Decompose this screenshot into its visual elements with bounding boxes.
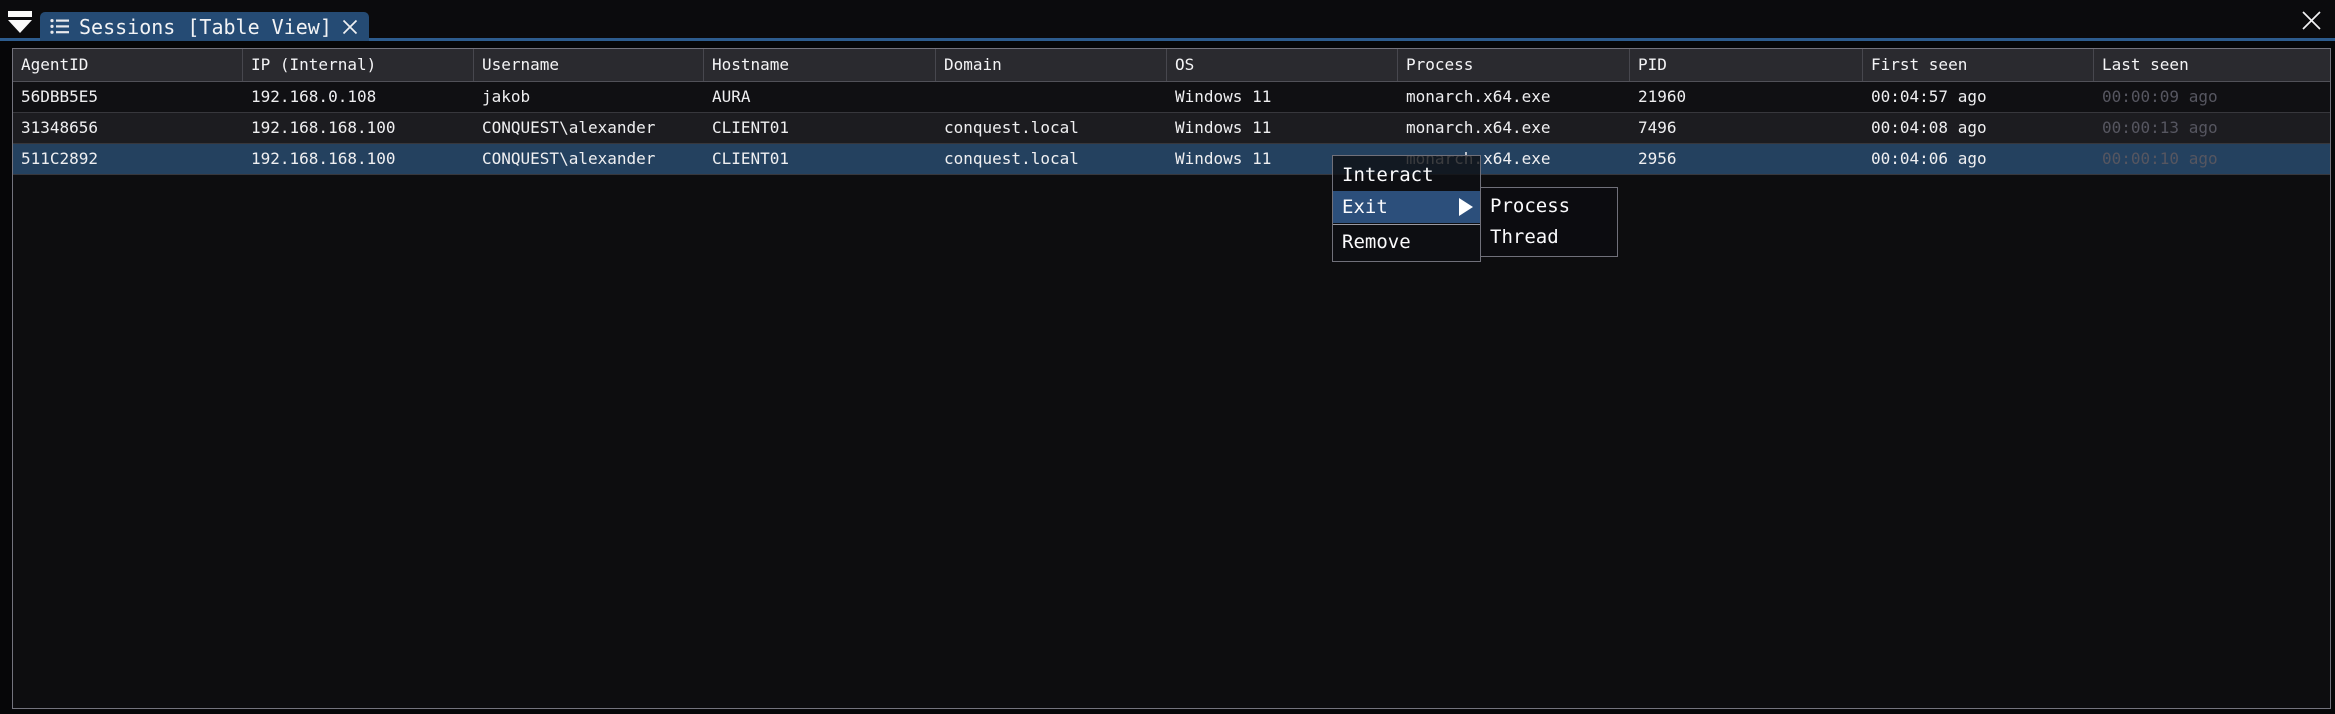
cell-agent-id: 56DBB5E5: [13, 82, 243, 112]
session-rows: 56DBB5E5192.168.0.108jakobAURA Windows 11…: [13, 82, 2330, 175]
cell-domain: conquest.local: [936, 113, 1167, 143]
cell-process: monarch.x64.exe: [1398, 82, 1630, 112]
cell-last-seen: 00:00:13 ago: [2094, 113, 2330, 143]
cell-username: jakob: [474, 82, 704, 112]
cell-ip-internal: 192.168.168.100: [243, 113, 474, 143]
filter-dropdown-icon-bar: [8, 11, 32, 17]
menu-item-interact[interactable]: Interact: [1333, 159, 1480, 191]
cell-agent-id: 31348656: [13, 113, 243, 143]
cell-hostname: CLIENT01: [704, 144, 936, 174]
cell-domain: conquest.local: [936, 144, 1167, 174]
menu-separator: [1333, 224, 1480, 225]
submenu-arrow-icon: [1459, 198, 1473, 216]
cell-pid: 2956: [1630, 144, 1863, 174]
cell-first-seen: 00:04:08 ago: [1863, 113, 2094, 143]
column-header-first-seen[interactable]: First seen: [1863, 49, 2094, 81]
column-header-username[interactable]: Username: [474, 49, 704, 81]
cell-username: CONQUEST\alexander: [474, 144, 704, 174]
submenu-item-thread[interactable]: Thread: [1481, 222, 1617, 253]
column-header-last-seen[interactable]: Last seen: [2094, 49, 2330, 81]
cell-hostname: AURA: [704, 82, 936, 112]
menu-item-exit[interactable]: Exit: [1333, 191, 1480, 223]
table-row[interactable]: 31348656192.168.168.100CONQUEST\alexande…: [13, 113, 2330, 144]
cell-ip-internal: 192.168.0.108: [243, 82, 474, 112]
cell-pid: 21960: [1630, 82, 1863, 112]
menu-item-exit-label: Exit: [1342, 196, 1388, 218]
session-table-header: AgentIDIP (Internal)UsernameHostnameDoma…: [13, 49, 2330, 82]
cell-first-seen: 00:04:57 ago: [1863, 82, 2094, 112]
cell-ip-internal: 192.168.168.100: [243, 144, 474, 174]
table-row[interactable]: 511C2892192.168.168.100CONQUEST\alexande…: [13, 144, 2330, 175]
tab-label: Sessions [Table View]: [79, 15, 332, 39]
filter-dropdown-icon[interactable]: [8, 11, 32, 33]
cell-username: CONQUEST\alexander: [474, 113, 704, 143]
column-header-agent-id[interactable]: AgentID: [13, 49, 243, 81]
column-header-hostname[interactable]: Hostname: [704, 49, 936, 81]
context-menu: Interact Exit Remove: [1332, 155, 1481, 262]
cell-process: monarch.x64.exe: [1398, 113, 1630, 143]
column-header-domain[interactable]: Domain: [936, 49, 1167, 81]
list-icon: [50, 18, 70, 35]
cell-agent-id: 511C2892: [13, 144, 243, 174]
cell-last-seen: 00:00:10 ago: [2094, 144, 2330, 174]
tab-sessions-table-view[interactable]: Sessions [Table View]: [40, 12, 369, 41]
cell-os: Windows 11: [1167, 82, 1398, 112]
sessions-table: AgentIDIP (Internal)UsernameHostnameDoma…: [12, 48, 2331, 709]
column-header-ip-internal[interactable]: IP (Internal): [243, 49, 474, 81]
cell-os: Windows 11: [1167, 113, 1398, 143]
tab-close-icon[interactable]: [341, 18, 359, 36]
column-header-process[interactable]: Process: [1398, 49, 1630, 81]
tab-bar: Sessions [Table View]: [0, 0, 2335, 41]
table-row[interactable]: 56DBB5E5192.168.0.108jakobAURA Windows 11…: [13, 82, 2330, 113]
exit-submenu: Process Thread: [1480, 187, 1618, 257]
submenu-item-process[interactable]: Process: [1481, 191, 1617, 222]
cell-pid: 7496: [1630, 113, 1863, 143]
cell-last-seen: 00:00:09 ago: [2094, 82, 2330, 112]
app-window: Sessions [Table View] AgentIDIP (Interna…: [0, 0, 2335, 714]
cell-first-seen: 00:04:06 ago: [1863, 144, 2094, 174]
column-header-pid[interactable]: PID: [1630, 49, 1863, 81]
filter-dropdown-icon-triangle: [8, 20, 32, 33]
window-close-icon[interactable]: [2300, 9, 2323, 32]
cell-hostname: CLIENT01: [704, 113, 936, 143]
menu-item-remove[interactable]: Remove: [1333, 226, 1480, 258]
cell-domain: [936, 82, 1167, 112]
column-header-os[interactable]: OS: [1167, 49, 1398, 81]
